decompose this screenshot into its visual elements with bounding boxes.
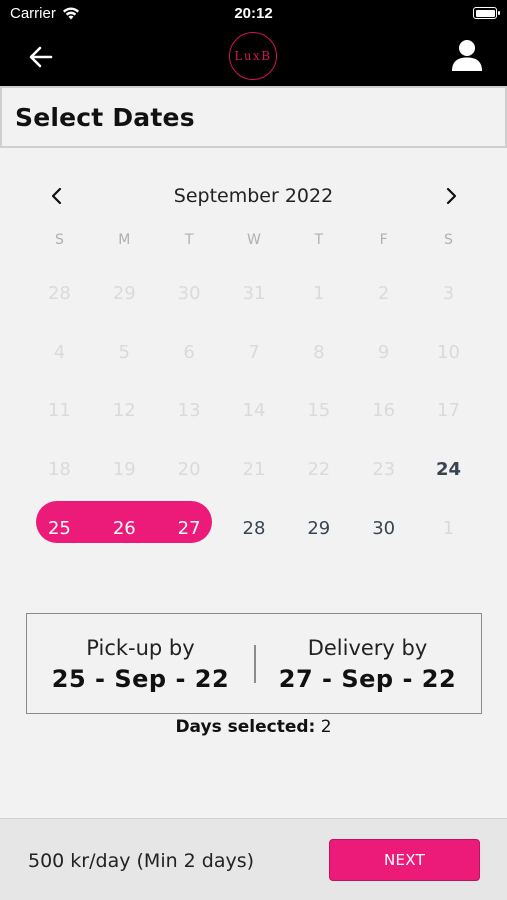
nav-bar: LuxB	[0, 28, 507, 86]
days-selected-value: 2	[320, 717, 332, 737]
calendar-day-disabled: 28	[47, 282, 71, 304]
calendar-day[interactable]: 29	[286, 499, 351, 558]
calendar-day-disabled: 7	[248, 341, 260, 363]
back-button[interactable]	[26, 42, 56, 72]
weekday-label: F	[379, 232, 388, 248]
delivery-date: 27 - Sep - 22	[278, 665, 457, 693]
pickup-label: Pick-up by	[86, 636, 195, 660]
brand-logo: LuxB	[229, 32, 277, 80]
weekday-label: S	[444, 232, 453, 248]
calendar-day-disabled: 2	[377, 282, 390, 304]
calendar-grid: 28 29 30 31 1 2 3 4 5 6 7 8 9 10 11 12 1…	[27, 264, 481, 558]
calendar-day-disabled: 10	[437, 341, 460, 363]
calendar-day-selected-start[interactable]: 25	[27, 499, 92, 558]
chevron-right-icon	[446, 187, 457, 205]
calendar-day-disabled: 6	[183, 341, 195, 363]
battery-icon	[473, 7, 500, 19]
calendar-day-disabled: 17	[437, 400, 460, 422]
calendar-day-disabled: 3	[442, 282, 455, 304]
calendar-day-disabled: 8	[313, 341, 325, 363]
calendar-day-today[interactable]: 24	[416, 440, 481, 499]
calendar-day-disabled: 22	[307, 459, 331, 481]
pickup-date: 25 - Sep - 22	[51, 665, 230, 693]
booking-footer: 500 kr/day (Min 2 days) NEXT	[0, 818, 507, 900]
days-selected: Days selected: 2	[0, 717, 507, 737]
calendar-day-disabled: 18	[47, 459, 71, 481]
next-button[interactable]: NEXT	[329, 839, 480, 881]
calendar-header: September 2022	[0, 178, 507, 214]
calendar-day-disabled: 20	[177, 459, 201, 481]
calendar-day-disabled: 13	[177, 400, 201, 422]
weekday-label: S	[54, 232, 64, 248]
calendar-day-disabled: 23	[372, 459, 396, 481]
delivery-label: Delivery by	[307, 636, 428, 660]
calendar-day-disabled: 29	[112, 282, 136, 304]
weekday-row: S M T W T F S	[27, 232, 481, 248]
weekday-label: M	[118, 232, 131, 248]
weekday-label: W	[247, 232, 261, 248]
calendar-day-disabled: 16	[372, 400, 396, 422]
calendar-day-disabled: 11	[47, 400, 71, 422]
status-bar: Carrier 20:12	[0, 0, 507, 28]
calendar-day-disabled: 15	[307, 400, 331, 422]
calendar-day-selected[interactable]: 26	[92, 499, 157, 558]
date-summary-box: Pick-up by 25 - Sep - 22 Delivery by 27 …	[26, 613, 482, 714]
calendar-day-disabled: 4	[53, 341, 66, 363]
weekday-label: T	[184, 232, 194, 248]
pickup-summary: Pick-up by 25 - Sep - 22	[27, 614, 254, 713]
calendar-day-disabled: 12	[112, 400, 136, 422]
calendar-day[interactable]: 28	[222, 499, 287, 558]
calendar-day-selected-end[interactable]: 27	[157, 499, 222, 558]
calendar-day-disabled: 19	[112, 459, 136, 481]
logo-text: LuxB	[234, 49, 272, 63]
arrow-left-icon	[29, 46, 53, 68]
calendar-day-disabled: 9	[377, 341, 390, 363]
price-text: 500 kr/day (Min 2 days)	[28, 850, 255, 872]
calendar-day-disabled: 1	[313, 282, 325, 304]
calendar-day-disabled: 31	[242, 282, 266, 304]
page-header: Select Dates	[0, 86, 507, 148]
page-title: Select Dates	[15, 103, 195, 132]
calendar-day-disabled: 14	[242, 400, 266, 422]
calendar-month-label: September 2022	[173, 185, 334, 207]
calendar-day-disabled: 1	[442, 517, 455, 539]
calendar-day[interactable]: 30	[351, 499, 416, 558]
delivery-summary: Delivery by 27 - Sep - 22	[254, 614, 481, 713]
profile-button[interactable]	[450, 38, 484, 74]
calendar-day-disabled: 5	[118, 341, 130, 363]
days-selected-label: Days selected:	[175, 717, 316, 737]
next-month-button[interactable]	[438, 183, 464, 209]
person-icon	[452, 40, 482, 71]
calendar-day-disabled: 30	[177, 282, 201, 304]
status-time: 20:12	[234, 5, 273, 22]
weekday-label: T	[314, 232, 324, 248]
calendar-day-disabled: 21	[242, 459, 266, 481]
